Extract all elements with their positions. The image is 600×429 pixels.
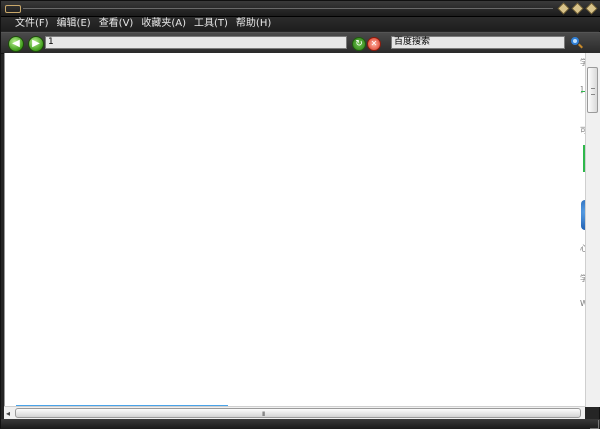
refresh-button[interactable]: ↻ [352, 37, 366, 51]
search-button[interactable] [569, 36, 583, 50]
grip-icon [591, 88, 595, 95]
back-button[interactable]: ◀ [8, 36, 24, 52]
menu-file[interactable]: 文件(F) [15, 17, 49, 31]
stop-button[interactable]: ✕ [367, 37, 381, 51]
menu-edit[interactable]: 编辑(E) [57, 17, 91, 31]
window-controls [557, 2, 598, 15]
refresh-icon: ↻ [355, 39, 363, 49]
forward-arrow-icon: ▶ [32, 38, 40, 49]
search-icon-handle [578, 43, 583, 49]
navigation-toolbar: ◀ ▶ 1 ↻ ✕ 百度搜索 [1, 32, 600, 54]
vertical-scroll-thumb[interactable] [587, 67, 598, 113]
browser-window: 文件(F) 编辑(E) 查看(V) 收藏夹(A) 工具(T) 帮助(H) ◀ ▶… [0, 0, 600, 429]
clipped-text: ] [580, 85, 584, 94]
stop-icon: ✕ [370, 39, 378, 48]
menu-tools[interactable]: 工具(T) [194, 17, 228, 31]
title-bar[interactable] [1, 1, 600, 17]
menu-favorites[interactable]: 收藏夹(A) [141, 17, 186, 31]
scroll-left-arrow-icon[interactable]: ◂ [6, 409, 10, 418]
search-input[interactable]: 百度搜索 [391, 36, 565, 49]
minimize-button[interactable] [557, 2, 570, 15]
forward-button[interactable]: ▶ [28, 36, 44, 52]
window-logo-icon [5, 5, 21, 13]
vertical-scrollbar[interactable] [585, 53, 600, 407]
menu-bar: 文件(F) 编辑(E) 查看(V) 收藏夹(A) 工具(T) 帮助(H) [1, 17, 600, 31]
title-divider [23, 8, 553, 9]
horizontal-scrollbar[interactable]: ◂ III [4, 406, 585, 420]
page-content[interactable]: 学 ] 可 心 学 W [4, 53, 586, 407]
maximize-button[interactable] [571, 2, 584, 15]
address-bar[interactable]: 1 [45, 36, 347, 49]
close-button[interactable] [585, 2, 598, 15]
menu-view[interactable]: 查看(V) [99, 17, 134, 31]
horizontal-scroll-thumb[interactable]: III [15, 408, 581, 418]
menu-help[interactable]: 帮助(H) [236, 17, 271, 31]
back-arrow-icon: ◀ [12, 38, 20, 49]
grip-icon: III [262, 411, 265, 418]
